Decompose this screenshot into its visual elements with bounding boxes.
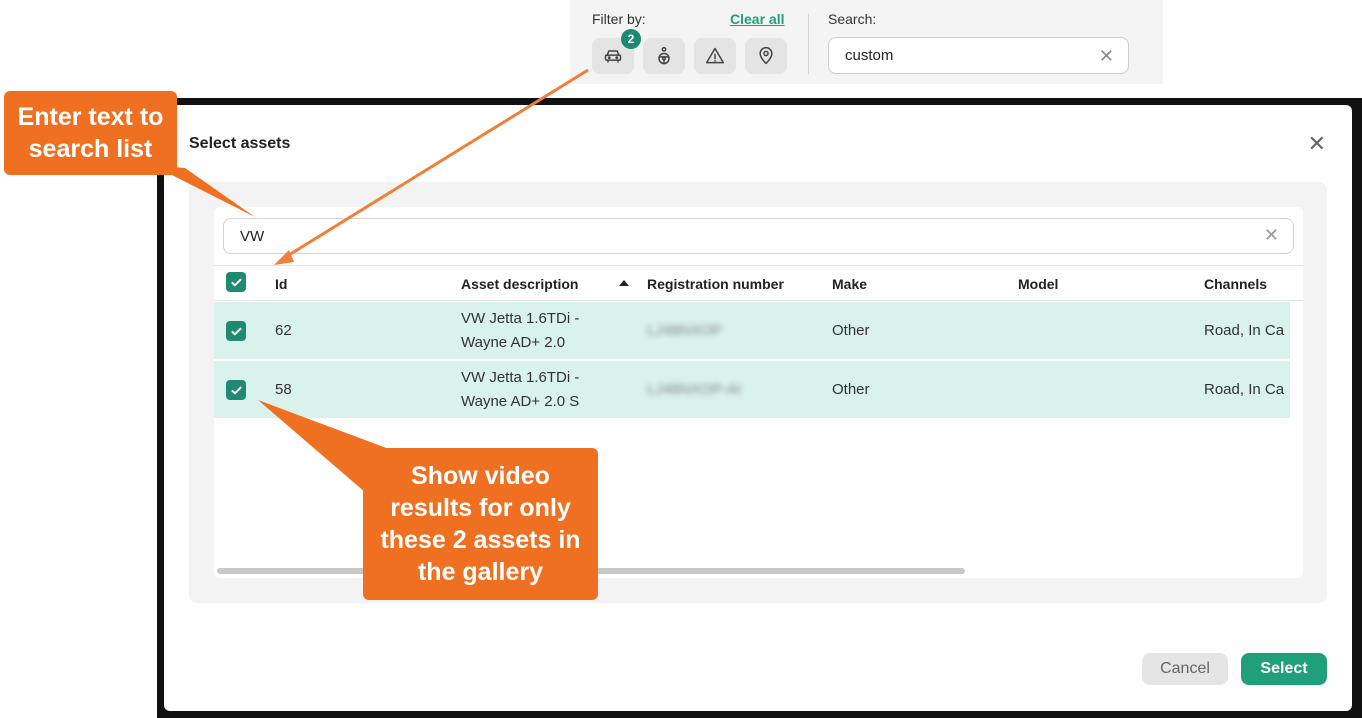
cancel-button[interactable]: Cancel [1142, 653, 1228, 685]
clear-list-search-icon[interactable]: ✕ [1264, 225, 1279, 246]
event-filter-button[interactable] [694, 38, 736, 74]
table-row[interactable]: 58 VW Jetta 1.6TDi - Wayne AD+ 2.0 S LJ4… [214, 361, 1290, 419]
cell-channels: Road, In Ca [1204, 322, 1285, 339]
cell-channels: Road, In Ca [1204, 381, 1285, 398]
gallery-search-value: custom [845, 47, 894, 64]
select-button[interactable]: Select [1241, 653, 1327, 685]
cell-make: Other [832, 322, 870, 339]
callout-search-line1: Enter text to [17, 103, 164, 131]
column-header-registration-number[interactable]: Registration number [647, 276, 784, 292]
location-pin-icon [759, 46, 773, 65]
callout-search-line2: search list [28, 135, 153, 163]
cell-id: 58 [275, 381, 292, 398]
select-assets-dialog: Select assets ✕ VW ✕ Id Asset descriptio… [164, 105, 1352, 711]
filter-count-badge: 2 [621, 29, 641, 49]
clear-search-icon[interactable]: ✕ [1099, 46, 1114, 67]
location-filter-button[interactable] [745, 38, 787, 74]
driver-filter-button[interactable] [643, 38, 685, 74]
cell-desc-line1: VW Jetta 1.6TDi - [461, 310, 580, 327]
cell-desc-line2: Wayne AD+ 2.0 [461, 334, 566, 351]
warning-icon [705, 47, 725, 64]
callout-search-hint: Enter text to search list [4, 91, 177, 175]
sort-ascending-icon[interactable] [619, 280, 629, 286]
cell-registration-blurred: LJ48NXOP-AI [647, 381, 742, 398]
callout-result-line2: results for only [390, 494, 571, 522]
callout-results-hint: Show video results for only these 2 asse… [363, 448, 598, 600]
asset-search-input[interactable]: VW ✕ [223, 218, 1294, 254]
dialog-title: Select assets [189, 135, 291, 152]
column-header-channels[interactable]: Channels [1204, 276, 1267, 292]
check-icon [230, 278, 242, 286]
filter-by-label: Filter by: [592, 11, 646, 27]
cell-id: 62 [275, 322, 292, 339]
select-all-checkbox[interactable] [226, 272, 246, 292]
asset-list-panel: VW ✕ Id Asset description Registration n… [189, 182, 1327, 603]
callout-result-line3: these 2 assets in [380, 526, 581, 554]
cell-make: Other [832, 381, 870, 398]
cell-desc-line2: Wayne AD+ 2.0 S [461, 393, 580, 410]
filter-bar: Filter by: Clear all 2 Search: custom ✕ [570, 0, 1163, 84]
clear-all-link[interactable]: Clear all [730, 11, 784, 27]
row-checkbox[interactable] [226, 380, 246, 400]
column-header-asset-description[interactable]: Asset description [461, 276, 578, 292]
row-checkbox[interactable] [226, 321, 246, 341]
column-header-id[interactable]: Id [275, 276, 287, 292]
column-header-model[interactable]: Model [1018, 276, 1058, 292]
table-header: Id Asset description Registration number… [214, 265, 1303, 301]
column-header-make[interactable]: Make [832, 276, 867, 292]
table-row[interactable]: 62 VW Jetta 1.6TDi - Wayne AD+ 2.0 LJ48N… [214, 302, 1290, 360]
driver-icon [658, 46, 670, 65]
cell-desc-line1: VW Jetta 1.6TDi - [461, 369, 580, 386]
callout-result-line4: the gallery [417, 558, 544, 586]
close-icon[interactable]: ✕ [1308, 131, 1326, 157]
cell-registration-blurred: LJ48NXOP [647, 322, 723, 339]
callout-result-line1: Show video [411, 462, 550, 490]
filter-divider [808, 14, 809, 74]
search-label: Search: [828, 11, 877, 27]
check-icon [230, 327, 242, 335]
check-icon [230, 386, 242, 394]
asset-search-value: VW [240, 228, 265, 245]
gallery-search-input[interactable]: custom ✕ [828, 37, 1129, 74]
car-icon [604, 50, 622, 63]
